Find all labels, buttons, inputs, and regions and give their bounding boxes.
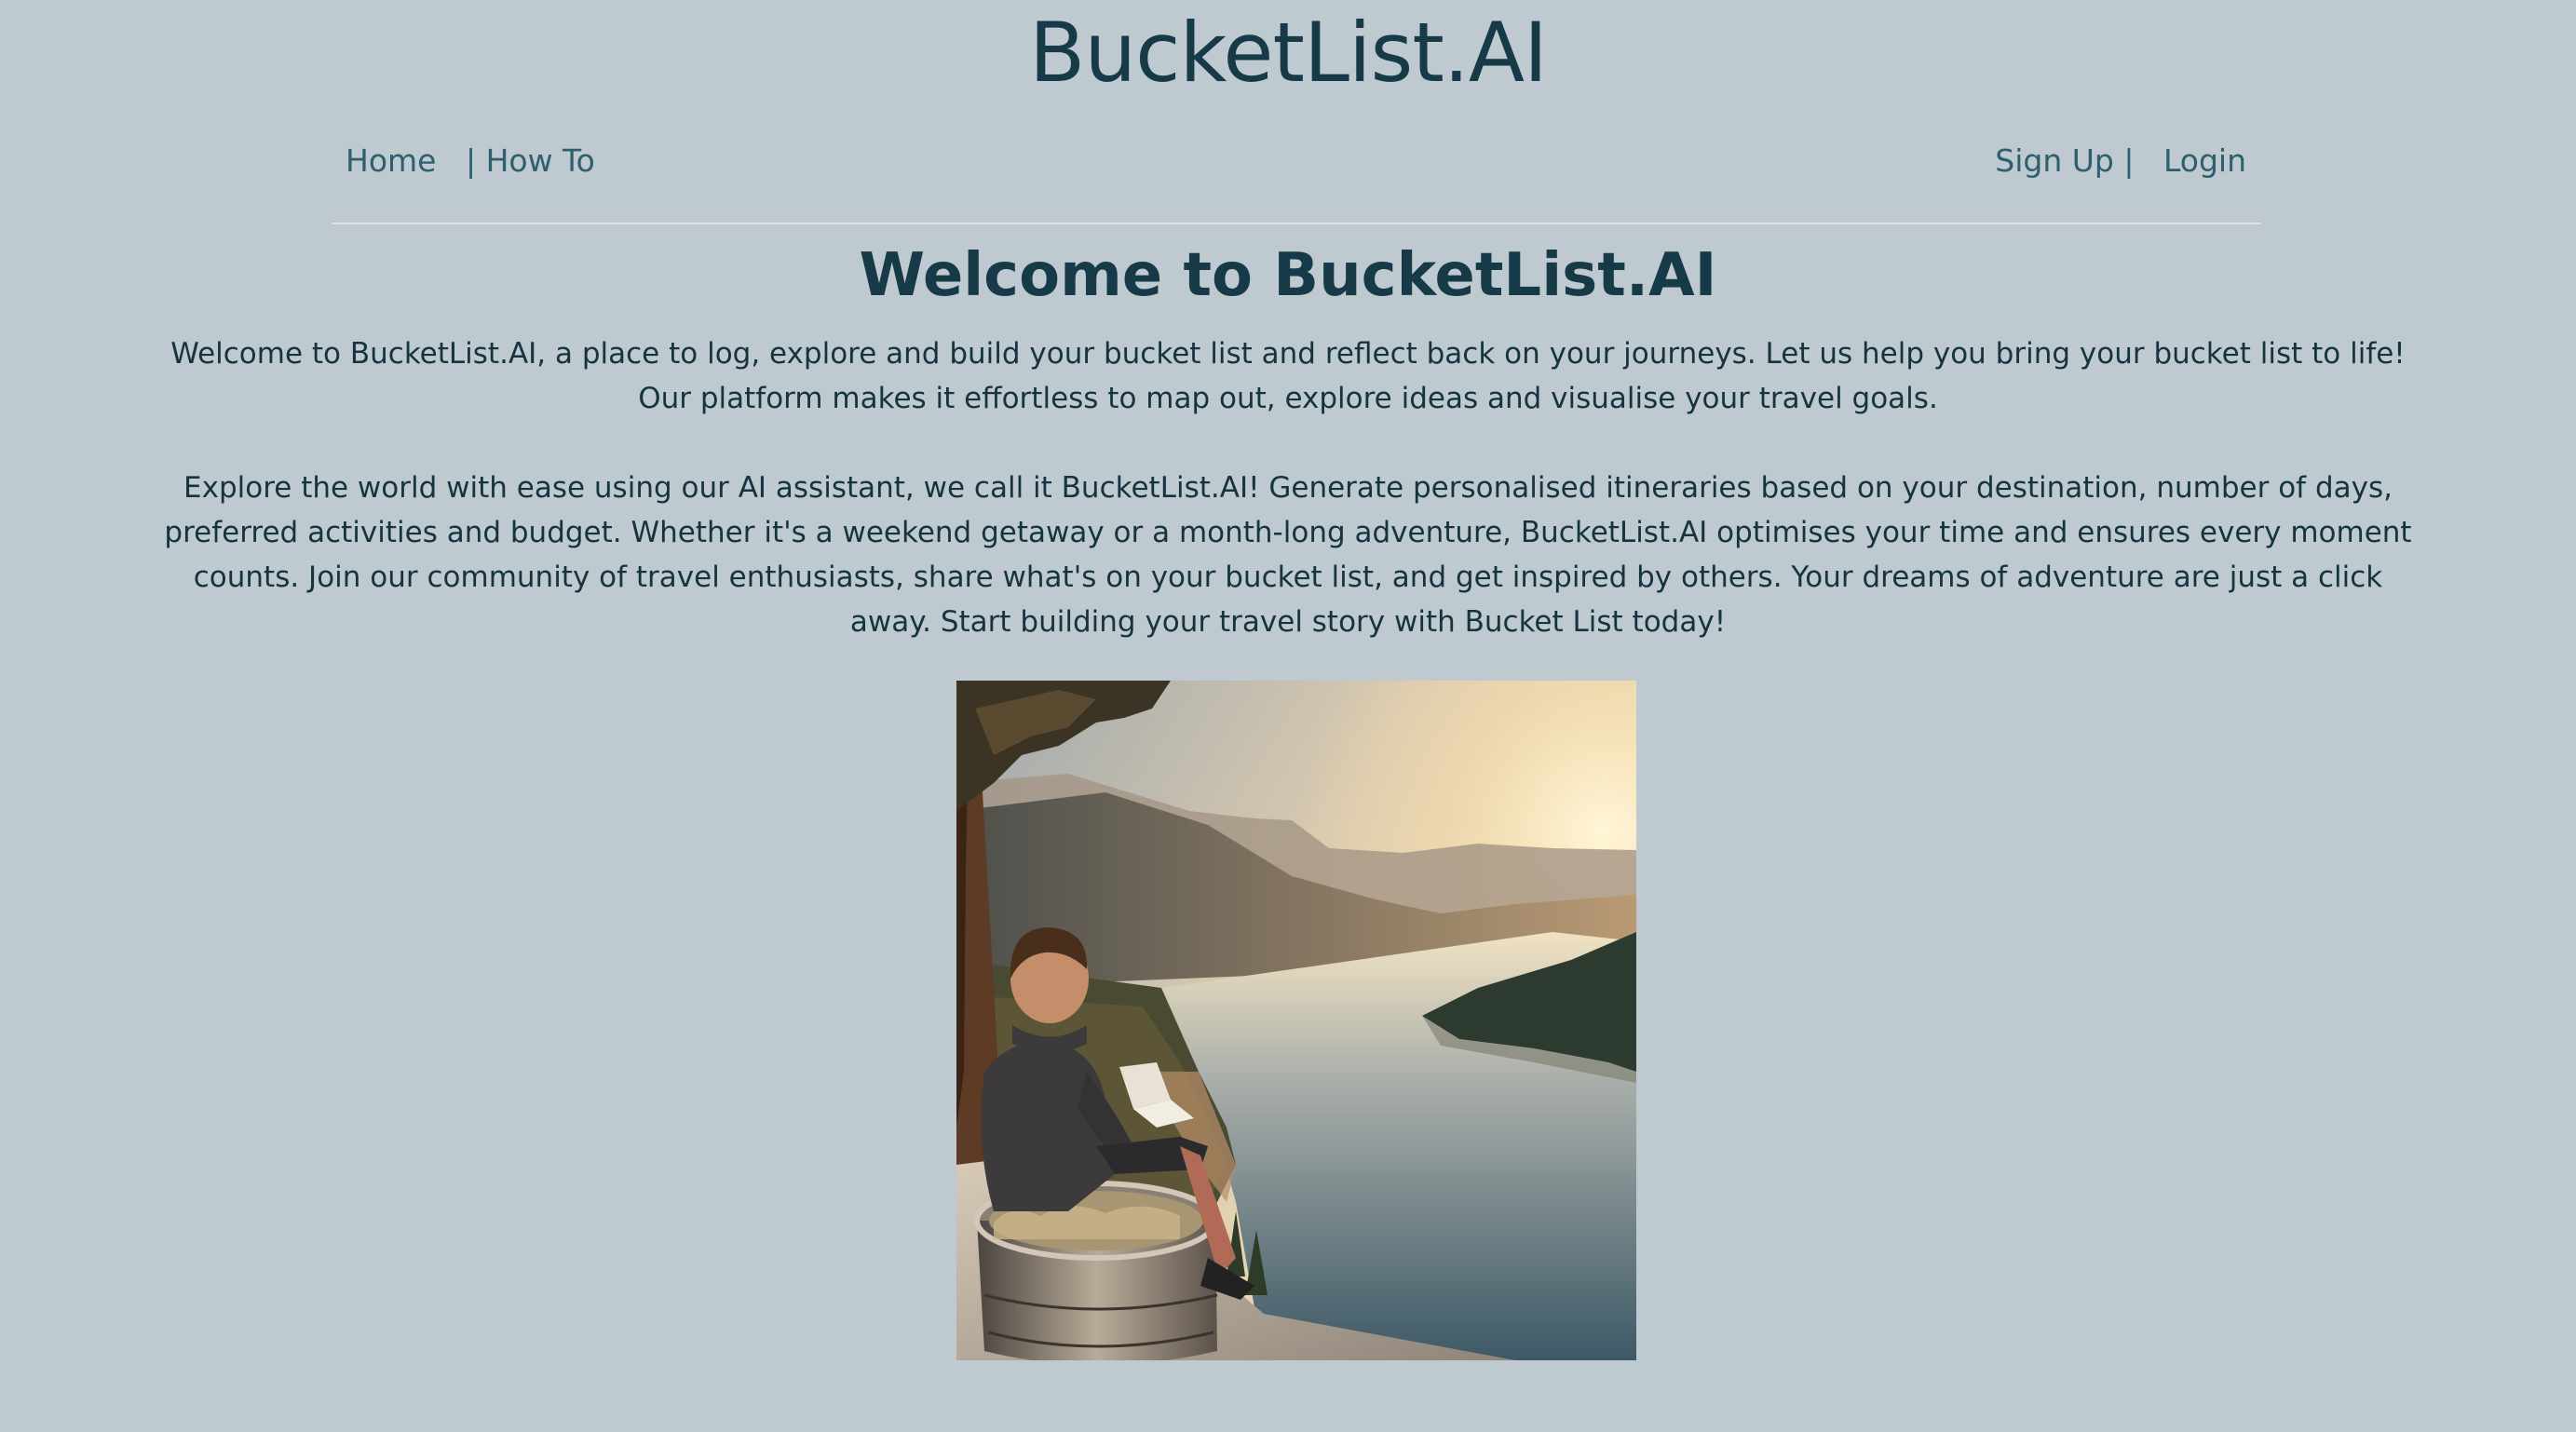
nav-sign-up-link[interactable]: Sign Up: [1995, 142, 2114, 179]
description-paragraph: Explore the world with ease using our AI…: [164, 471, 2412, 639]
nav-separator: |: [465, 142, 477, 179]
primary-nav: Home | How To: [346, 142, 595, 180]
nav-home-link[interactable]: Home: [346, 142, 436, 179]
intro-paragraph: Welcome to BucketList.AI, a place to log…: [170, 337, 2406, 415]
page-heading: Welcome to BucketList.AI: [859, 241, 1717, 310]
nav-separator: |: [2123, 142, 2135, 179]
hero-image: [956, 681, 1636, 1360]
nav-login-link[interactable]: Login: [2163, 142, 2246, 179]
site-title: BucketList.AI: [1029, 5, 1548, 101]
hero-illustration-icon: [956, 681, 1636, 1360]
nav-how-to-link[interactable]: How To: [486, 142, 595, 179]
account-nav: Sign Up | Login: [1995, 142, 2246, 180]
header-divider: [332, 223, 2261, 224]
